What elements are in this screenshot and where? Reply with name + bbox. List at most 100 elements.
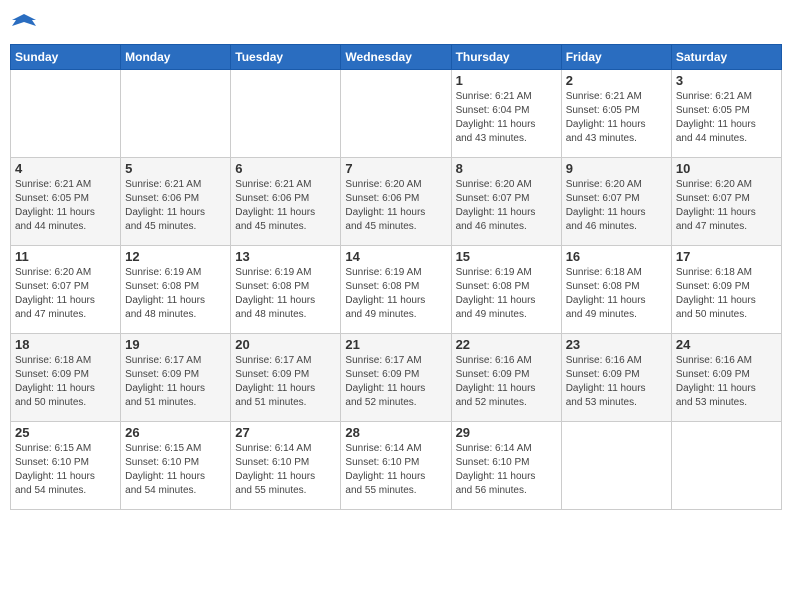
- calendar-cell: 6 Sunrise: 6:21 AMSunset: 6:06 PMDaylight…: [231, 158, 341, 246]
- day-number: 10: [676, 161, 777, 176]
- calendar-cell: [231, 70, 341, 158]
- calendar-cell: 11 Sunrise: 6:20 AMSunset: 6:07 PMDayligh…: [11, 246, 121, 334]
- day-info: Sunrise: 6:17 AMSunset: 6:09 PMDaylight:…: [345, 354, 446, 410]
- day-info: Sunrise: 6:21 AMSunset: 6:06 PMDaylight:…: [235, 178, 336, 234]
- day-number: 23: [566, 337, 667, 352]
- day-info: Sunrise: 6:19 AMSunset: 6:08 PMDaylight:…: [125, 266, 226, 322]
- calendar-cell: 17 Sunrise: 6:18 AMSunset: 6:09 PMDayligh…: [671, 246, 781, 334]
- calendar-cell: [121, 70, 231, 158]
- calendar-week-row: 1 Sunrise: 6:21 AMSunset: 6:04 PMDaylight…: [11, 70, 782, 158]
- day-number: 29: [456, 425, 557, 440]
- calendar-week-row: 4Sunrise: 6:21 AMSunset: 6:05 PMDaylight…: [11, 158, 782, 246]
- day-number: 18: [15, 337, 116, 352]
- day-number: 15: [456, 249, 557, 264]
- day-number: 24: [676, 337, 777, 352]
- day-info: Sunrise: 6:21 AMSunset: 6:05 PMDaylight:…: [676, 90, 777, 146]
- day-number: 26: [125, 425, 226, 440]
- day-number: 25: [15, 425, 116, 440]
- calendar-cell: 5 Sunrise: 6:21 AMSunset: 6:06 PMDaylight…: [121, 158, 231, 246]
- weekday-header: Sunday: [11, 45, 121, 70]
- logo: [10, 10, 42, 38]
- day-info: Sunrise: 6:20 AMSunset: 6:07 PMDaylight:…: [15, 266, 116, 322]
- weekday-header: Monday: [121, 45, 231, 70]
- calendar-cell: 21Sunrise: 6:17 AMSunset: 6:09 PMDayligh…: [341, 334, 451, 422]
- day-info: Sunrise: 6:16 AMSunset: 6:09 PMDaylight:…: [676, 354, 777, 410]
- day-number: 9: [566, 161, 667, 176]
- day-info: Sunrise: 6:17 AMSunset: 6:09 PMDaylight:…: [125, 354, 226, 410]
- day-number: 8: [456, 161, 557, 176]
- calendar-cell: 13 Sunrise: 6:19 AMSunset: 6:08 PMDayligh…: [231, 246, 341, 334]
- page-header: [10, 10, 782, 38]
- day-number: 12: [125, 249, 226, 264]
- calendar-cell: 23Sunrise: 6:16 AMSunset: 6:09 PMDayligh…: [561, 334, 671, 422]
- day-info: Sunrise: 6:15 AMSunset: 6:10 PMDaylight:…: [15, 442, 116, 498]
- day-info: Sunrise: 6:20 AMSunset: 6:07 PMDaylight:…: [676, 178, 777, 234]
- day-info: Sunrise: 6:20 AMSunset: 6:07 PMDaylight:…: [566, 178, 667, 234]
- day-info: Sunrise: 6:17 AMSunset: 6:09 PMDaylight:…: [235, 354, 336, 410]
- weekday-header: Tuesday: [231, 45, 341, 70]
- calendar-cell: [671, 422, 781, 510]
- calendar-week-row: 25 Sunrise: 6:15 AMSunset: 6:10 PMDayligh…: [11, 422, 782, 510]
- day-info: Sunrise: 6:20 AMSunset: 6:06 PMDaylight:…: [345, 178, 446, 234]
- weekday-header: Wednesday: [341, 45, 451, 70]
- day-info: Sunrise: 6:16 AMSunset: 6:09 PMDaylight:…: [456, 354, 557, 410]
- calendar-cell: 29 Sunrise: 6:14 AMSunset: 6:10 PMDayligh…: [451, 422, 561, 510]
- day-number: 19: [125, 337, 226, 352]
- day-number: 7: [345, 161, 446, 176]
- day-info: Sunrise: 6:18 AMSunset: 6:08 PMDaylight:…: [566, 266, 667, 322]
- day-info: Sunrise: 6:18 AMSunset: 6:09 PMDaylight:…: [15, 354, 116, 410]
- day-number: 13: [235, 249, 336, 264]
- day-number: 5: [125, 161, 226, 176]
- day-info: Sunrise: 6:14 AMSunset: 6:10 PMDaylight:…: [456, 442, 557, 498]
- calendar-cell: 20 Sunrise: 6:17 AMSunset: 6:09 PMDayligh…: [231, 334, 341, 422]
- weekday-header-row: SundayMondayTuesdayWednesdayThursdayFrid…: [11, 45, 782, 70]
- day-number: 3: [676, 73, 777, 88]
- day-info: Sunrise: 6:21 AMSunset: 6:04 PMDaylight:…: [456, 90, 557, 146]
- day-info: Sunrise: 6:21 AMSunset: 6:05 PMDaylight:…: [566, 90, 667, 146]
- day-number: 14: [345, 249, 446, 264]
- calendar-table: SundayMondayTuesdayWednesdayThursdayFrid…: [10, 44, 782, 510]
- calendar-week-row: 18 Sunrise: 6:18 AMSunset: 6:09 PMDayligh…: [11, 334, 782, 422]
- day-number: 17: [676, 249, 777, 264]
- day-info: Sunrise: 6:14 AMSunset: 6:10 PMDaylight:…: [345, 442, 446, 498]
- calendar-cell: 14 Sunrise: 6:19 AMSunset: 6:08 PMDayligh…: [341, 246, 451, 334]
- day-number: 2: [566, 73, 667, 88]
- logo-icon: [10, 10, 38, 38]
- calendar-cell: 27Sunrise: 6:14 AMSunset: 6:10 PMDayligh…: [231, 422, 341, 510]
- calendar-cell: 1 Sunrise: 6:21 AMSunset: 6:04 PMDaylight…: [451, 70, 561, 158]
- day-number: 1: [456, 73, 557, 88]
- day-info: Sunrise: 6:21 AMSunset: 6:06 PMDaylight:…: [125, 178, 226, 234]
- weekday-header: Saturday: [671, 45, 781, 70]
- calendar-cell: [561, 422, 671, 510]
- calendar-cell: 19 Sunrise: 6:17 AMSunset: 6:09 PMDayligh…: [121, 334, 231, 422]
- day-number: 20: [235, 337, 336, 352]
- calendar-cell: 3 Sunrise: 6:21 AMSunset: 6:05 PMDaylight…: [671, 70, 781, 158]
- day-number: 11: [15, 249, 116, 264]
- calendar-cell: 25 Sunrise: 6:15 AMSunset: 6:10 PMDayligh…: [11, 422, 121, 510]
- calendar-cell: 28 Sunrise: 6:14 AMSunset: 6:10 PMDayligh…: [341, 422, 451, 510]
- calendar-cell: 12 Sunrise: 6:19 AMSunset: 6:08 PMDayligh…: [121, 246, 231, 334]
- calendar-cell: 4Sunrise: 6:21 AMSunset: 6:05 PMDaylight…: [11, 158, 121, 246]
- weekday-header: Friday: [561, 45, 671, 70]
- calendar-cell: 10 Sunrise: 6:20 AMSunset: 6:07 PMDayligh…: [671, 158, 781, 246]
- day-info: Sunrise: 6:19 AMSunset: 6:08 PMDaylight:…: [235, 266, 336, 322]
- calendar-cell: 2 Sunrise: 6:21 AMSunset: 6:05 PMDaylight…: [561, 70, 671, 158]
- calendar-cell: 26 Sunrise: 6:15 AMSunset: 6:10 PMDayligh…: [121, 422, 231, 510]
- day-info: Sunrise: 6:19 AMSunset: 6:08 PMDaylight:…: [345, 266, 446, 322]
- calendar-cell: 9 Sunrise: 6:20 AMSunset: 6:07 PMDaylight…: [561, 158, 671, 246]
- day-info: Sunrise: 6:18 AMSunset: 6:09 PMDaylight:…: [676, 266, 777, 322]
- calendar-cell: 7 Sunrise: 6:20 AMSunset: 6:06 PMDaylight…: [341, 158, 451, 246]
- calendar-cell: 24 Sunrise: 6:16 AMSunset: 6:09 PMDayligh…: [671, 334, 781, 422]
- day-info: Sunrise: 6:21 AMSunset: 6:05 PMDaylight:…: [15, 178, 116, 234]
- day-number: 22: [456, 337, 557, 352]
- calendar-cell: 22 Sunrise: 6:16 AMSunset: 6:09 PMDayligh…: [451, 334, 561, 422]
- day-info: Sunrise: 6:15 AMSunset: 6:10 PMDaylight:…: [125, 442, 226, 498]
- calendar-cell: [11, 70, 121, 158]
- day-number: 28: [345, 425, 446, 440]
- calendar-cell: [341, 70, 451, 158]
- day-info: Sunrise: 6:19 AMSunset: 6:08 PMDaylight:…: [456, 266, 557, 322]
- weekday-header: Thursday: [451, 45, 561, 70]
- day-number: 6: [235, 161, 336, 176]
- day-info: Sunrise: 6:14 AMSunset: 6:10 PMDaylight:…: [235, 442, 336, 498]
- calendar-cell: 15 Sunrise: 6:19 AMSunset: 6:08 PMDayligh…: [451, 246, 561, 334]
